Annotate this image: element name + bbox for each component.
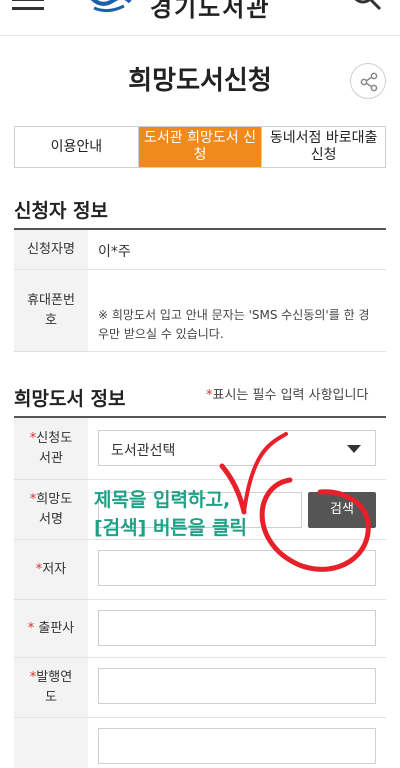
top-bar: 경기도서관 bbox=[0, 0, 400, 36]
author-input[interactable] bbox=[98, 550, 376, 586]
search-icon[interactable] bbox=[350, 0, 384, 18]
year-input[interactable] bbox=[98, 668, 376, 704]
tab-library-request[interactable]: 도서관 희망도서 신청 bbox=[137, 127, 262, 167]
book-title-label: *희망도서명 bbox=[14, 480, 88, 539]
library-row: *신청도서관 도서관선택 bbox=[14, 418, 386, 480]
author-label-text: 저자 bbox=[42, 561, 67, 577]
year-label: *발행연도 bbox=[14, 658, 88, 717]
library-label: *신청도서관 bbox=[14, 418, 88, 479]
tab-bookstore-loan[interactable]: 동네서점 바로대출신청 bbox=[261, 127, 386, 167]
tab-bar: 이용안내 도서관 희망도서 신청 동네서점 바로대출신청 bbox=[14, 126, 386, 168]
applicant-name-label: 신청자명 bbox=[14, 230, 88, 269]
publisher-row: * 출판사 bbox=[14, 600, 386, 658]
library-logo[interactable] bbox=[84, 0, 132, 14]
applicant-phone-row: 휴대폰번호 ※ 희망도서 입고 안내 문자는 'SMS 수신동의'를 한 경우만… bbox=[14, 270, 386, 352]
applicant-phone-label: 휴대폰번호 bbox=[14, 270, 88, 351]
required-star: * bbox=[27, 620, 35, 636]
required-note-text: 표시는 필수 입력 사항입니다 bbox=[212, 388, 369, 403]
applicant-section-title: 신청자 정보 bbox=[14, 200, 109, 222]
library-label-text: 신청도서관 bbox=[36, 430, 73, 466]
share-icon bbox=[360, 72, 378, 92]
book-title-label-text: 희망도서명 bbox=[36, 491, 73, 527]
library-select[interactable]: 도서관선택 bbox=[98, 430, 376, 466]
book-section-title: 희망도서 정보 bbox=[14, 388, 126, 410]
share-button[interactable] bbox=[350, 63, 386, 99]
tutorial-annotation: 제목을 입력하고, [검색] 버튼을 클릭 bbox=[94, 486, 247, 542]
author-row: *저자 bbox=[14, 540, 386, 600]
author-label: *저자 bbox=[14, 540, 88, 599]
publisher-label-text: 출판사 bbox=[38, 620, 75, 636]
isbn-row bbox=[14, 718, 386, 768]
publisher-label: * 출판사 bbox=[14, 600, 88, 657]
search-button[interactable]: 검색 bbox=[308, 492, 376, 528]
menu-icon[interactable] bbox=[12, 0, 44, 12]
tab-usage-guide[interactable]: 이용안내 bbox=[15, 127, 138, 167]
applicant-name-row: 신청자명 이*주 bbox=[14, 230, 386, 270]
year-row: *발행연도 bbox=[14, 658, 386, 718]
library-select-value: 도서관선택 bbox=[111, 443, 176, 459]
isbn-label bbox=[14, 718, 88, 768]
sms-notice: ※ 희망도서 입고 안내 문자는 'SMS 수신동의'를 한 경우만 받으실 수… bbox=[98, 308, 370, 341]
required-note: *표시는 필수 입력 사항입니다 bbox=[206, 384, 368, 403]
annotation-line-2: [검색] 버튼을 클릭 bbox=[94, 517, 247, 539]
isbn-input[interactable] bbox=[98, 728, 376, 764]
publisher-input[interactable] bbox=[98, 610, 376, 646]
annotation-line-1: 제목을 입력하고, bbox=[94, 489, 231, 511]
chevron-down-icon bbox=[347, 445, 361, 453]
year-label-text: 발행연도 bbox=[36, 669, 73, 705]
applicant-name-value: 이*주 bbox=[98, 244, 131, 260]
page-title: 희망도서신청 bbox=[128, 66, 272, 96]
site-title[interactable]: 경기도서관 bbox=[150, 0, 270, 23]
